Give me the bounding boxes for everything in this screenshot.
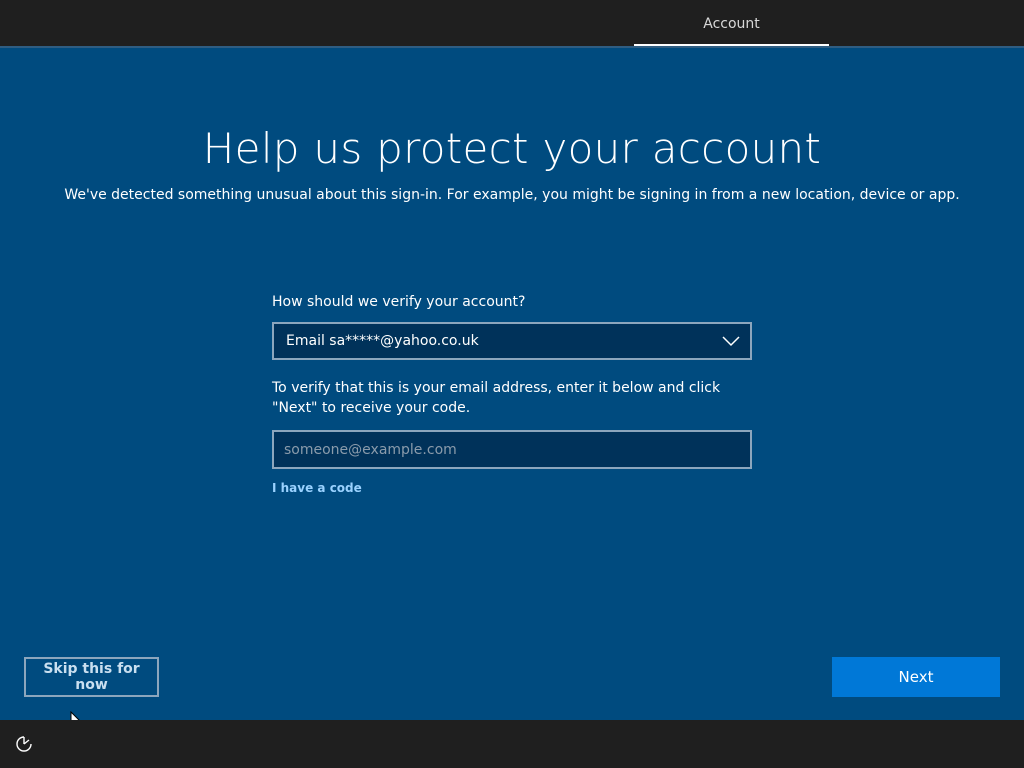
page-title: Help us protect your account bbox=[202, 124, 822, 173]
next-button[interactable]: Next bbox=[832, 657, 1000, 697]
have-code-link[interactable]: I have a code bbox=[272, 481, 362, 495]
verify-method-label: How should we verify your account? bbox=[272, 294, 526, 310]
bottom-bar bbox=[0, 720, 1024, 768]
chevron-down-icon bbox=[722, 336, 740, 347]
verify-method-value: Email sa*****@yahoo.co.uk bbox=[286, 333, 479, 349]
ease-of-access-icon[interactable] bbox=[14, 734, 34, 754]
tab-account[interactable]: Account bbox=[634, 0, 829, 46]
verify-form: How should we verify your account? Email… bbox=[272, 294, 752, 496]
email-field[interactable] bbox=[272, 430, 752, 469]
page-subtitle: We've detected something unusual about t… bbox=[64, 187, 960, 203]
top-bar: Account bbox=[0, 0, 1024, 46]
verify-instruction: To verify that this is your email addres… bbox=[272, 380, 721, 416]
skip-button[interactable]: Skip this for now bbox=[24, 657, 159, 697]
main-panel: Help us protect your account We've detec… bbox=[0, 46, 1024, 732]
verify-method-select[interactable]: Email sa*****@yahoo.co.uk bbox=[272, 322, 752, 360]
